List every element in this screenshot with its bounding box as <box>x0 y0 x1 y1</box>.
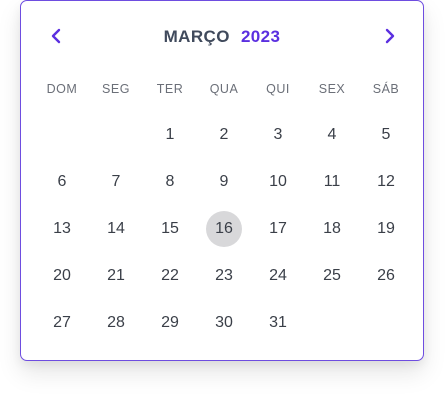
day-number: 29 <box>161 313 179 331</box>
day-cell[interactable]: 17 <box>251 205 305 252</box>
day-number: 21 <box>107 266 125 284</box>
day-number: 16 <box>206 210 242 247</box>
month-year-title: MARÇO 2023 <box>21 26 423 48</box>
day-number: 22 <box>161 266 179 284</box>
calendar-header: MARÇO 2023 <box>21 1 423 73</box>
day-cell[interactable]: 29 <box>143 299 197 346</box>
day-grid: 1 2 3 4 5 6 7 8 9 10 11 12 13 14 15 16 17 18 19 20 21 22 23 24 2… <box>35 111 413 346</box>
weekday-label: SEG <box>102 82 130 96</box>
empty-day-cell <box>89 111 143 158</box>
day-cell[interactable]: 12 <box>359 158 413 205</box>
year-label: 2023 <box>240 27 281 46</box>
day-number: 4 <box>327 125 337 143</box>
month-label: MARÇO <box>163 27 230 46</box>
weekday-label: TER <box>156 82 184 96</box>
day-number: 27 <box>53 313 71 331</box>
day-cell[interactable]: 23 <box>197 252 251 299</box>
day-number: 26 <box>377 266 395 284</box>
empty-day-cell <box>35 111 89 158</box>
day-cell[interactable]: 1 <box>143 111 197 158</box>
day-number: 3 <box>273 125 283 143</box>
day-cell[interactable]: 13 <box>35 205 89 252</box>
next-month-button[interactable] <box>375 21 405 51</box>
day-cell[interactable]: 31 <box>251 299 305 346</box>
day-cell[interactable]: 25 <box>305 252 359 299</box>
day-cell[interactable]: 7 <box>89 158 143 205</box>
day-number: 6 <box>57 172 67 190</box>
day-cell[interactable]: 8 <box>143 158 197 205</box>
calendar-card: MARÇO 2023 DOM SEG TER QUA QUI SEX SÁB 1… <box>20 0 424 361</box>
day-cell[interactable]: 24 <box>251 252 305 299</box>
day-cell[interactable]: 20 <box>35 252 89 299</box>
day-cell[interactable]: 15 <box>143 205 197 252</box>
day-cell[interactable]: 28 <box>89 299 143 346</box>
day-number: 24 <box>269 266 287 284</box>
day-cell[interactable]: 6 <box>35 158 89 205</box>
day-cell-selected[interactable]: 16 <box>197 205 251 252</box>
day-cell[interactable]: 10 <box>251 158 305 205</box>
weekday-label: DOM <box>46 82 78 96</box>
weekday-header-row: DOM SEG TER QUA QUI SEX SÁB <box>35 79 413 99</box>
day-cell[interactable]: 14 <box>89 205 143 252</box>
day-number: 9 <box>219 172 229 190</box>
day-cell[interactable]: 11 <box>305 158 359 205</box>
day-number: 31 <box>269 313 287 331</box>
weekday-label: SÁB <box>372 82 400 96</box>
day-number: 13 <box>53 219 71 237</box>
day-cell[interactable]: 27 <box>35 299 89 346</box>
day-cell[interactable]: 30 <box>197 299 251 346</box>
day-number: 25 <box>323 266 341 284</box>
day-number: 5 <box>381 125 391 143</box>
day-cell[interactable]: 3 <box>251 111 305 158</box>
day-number: 30 <box>215 313 233 331</box>
day-cell[interactable]: 26 <box>359 252 413 299</box>
chevron-right-icon <box>385 28 395 44</box>
day-number: 15 <box>161 219 179 237</box>
weekday-label: QUA <box>209 82 239 96</box>
day-number: 14 <box>107 219 125 237</box>
day-number: 7 <box>111 172 121 190</box>
day-cell[interactable]: 18 <box>305 205 359 252</box>
day-number: 23 <box>215 266 233 284</box>
day-number: 1 <box>165 125 175 143</box>
day-cell[interactable]: 2 <box>197 111 251 158</box>
day-cell[interactable]: 9 <box>197 158 251 205</box>
day-number: 18 <box>323 219 341 237</box>
day-number: 11 <box>323 172 341 190</box>
day-number: 20 <box>53 266 71 284</box>
day-cell[interactable]: 22 <box>143 252 197 299</box>
day-number: 2 <box>219 125 229 143</box>
day-number: 17 <box>269 219 287 237</box>
day-number: 12 <box>377 172 395 190</box>
day-cell[interactable]: 19 <box>359 205 413 252</box>
day-number: 19 <box>377 219 395 237</box>
weekday-label: QUI <box>266 82 290 96</box>
day-cell[interactable]: 4 <box>305 111 359 158</box>
day-number: 10 <box>269 172 287 190</box>
day-number: 28 <box>107 313 125 331</box>
weekday-label: SEX <box>318 82 346 96</box>
day-number: 8 <box>165 172 175 190</box>
day-cell[interactable]: 5 <box>359 111 413 158</box>
day-cell[interactable]: 21 <box>89 252 143 299</box>
